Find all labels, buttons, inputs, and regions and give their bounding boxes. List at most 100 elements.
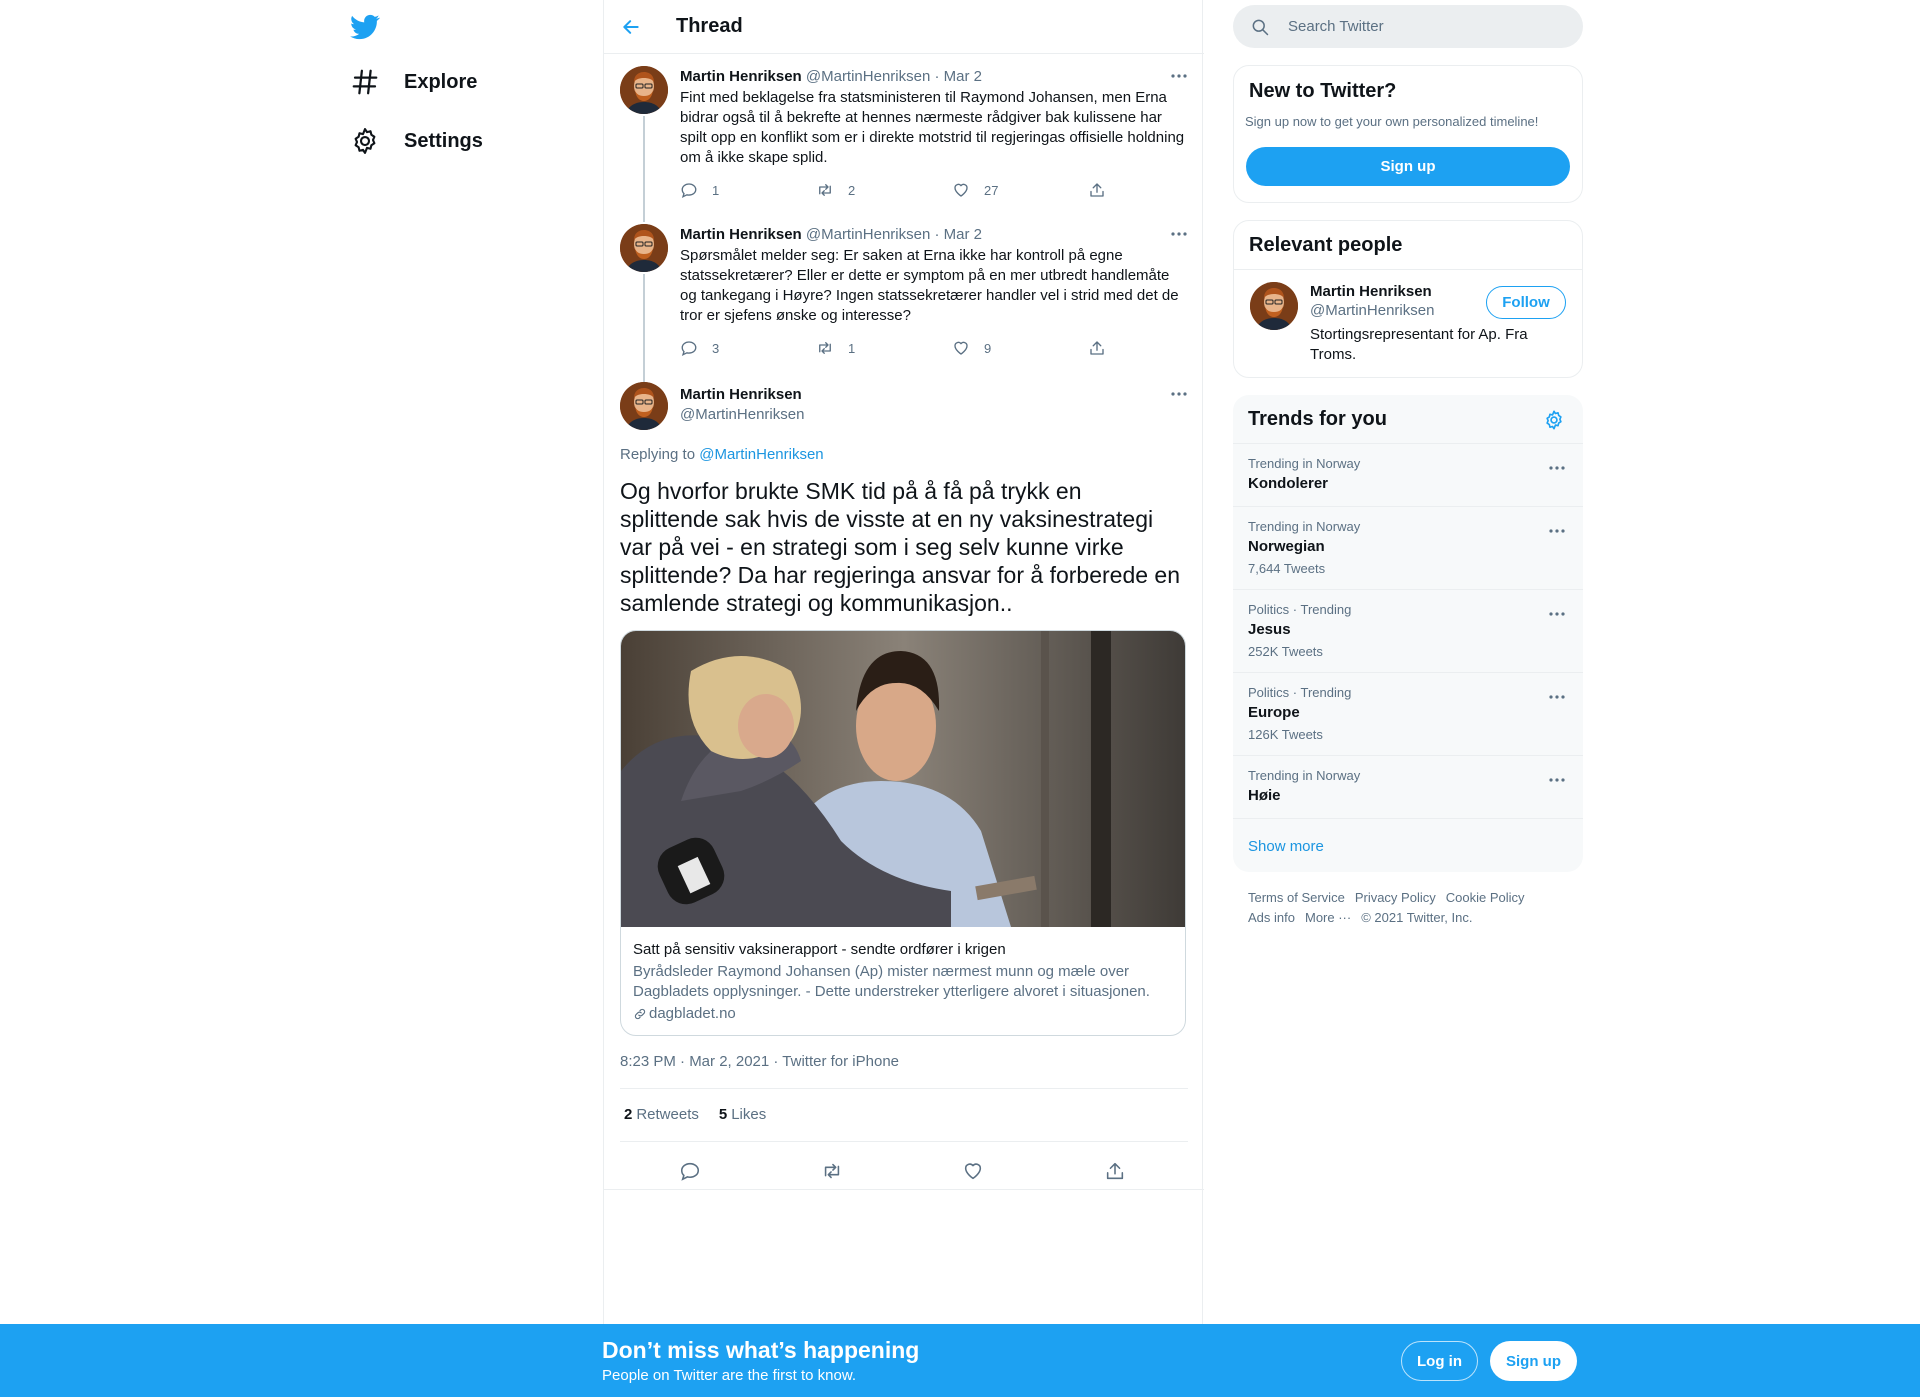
log-in-button[interactable]: Log in <box>1401 1341 1478 1381</box>
avatar[interactable] <box>620 224 668 272</box>
gear-icon <box>350 126 380 156</box>
author-name[interactable]: Martin Henriksen <box>680 386 802 403</box>
more-options-icon[interactable] <box>1168 386 1190 402</box>
footer-link[interactable]: Ads info <box>1248 908 1295 928</box>
main-tweet-text: Og hvorfor brukte SMK tid på å få på try… <box>620 478 1181 616</box>
reply-button[interactable] <box>675 1156 705 1186</box>
new-to-twitter-panel: New to Twitter? Sign up now to get your … <box>1233 65 1583 203</box>
reply-button[interactable]: 3 <box>680 338 719 358</box>
person-name[interactable]: Martin Henriksen <box>1310 283 1432 300</box>
show-more-link[interactable]: Show more <box>1248 838 1324 855</box>
reply-button[interactable]: 1 <box>680 180 719 200</box>
trend-item[interactable]: Politics · Trending Jesus 252K Tweets <box>1233 590 1583 673</box>
card-domain: dagbladet.no <box>633 1005 736 1022</box>
replying-to-label: Replying to <box>620 446 696 463</box>
more-options-icon[interactable] <box>1168 226 1190 242</box>
sign-up-button[interactable]: Sign up <box>1246 147 1570 186</box>
thread-header: Thread <box>604 0 1204 54</box>
more-options-icon[interactable] <box>1546 523 1568 539</box>
panel-title: New to Twitter? <box>1249 80 1397 102</box>
trend-count: 126K Tweets <box>1248 727 1323 742</box>
trend-context: Trending in Norway <box>1248 456 1361 471</box>
like-button[interactable]: 27 <box>952 180 998 200</box>
share-button[interactable] <box>1100 1156 1130 1186</box>
page-title: Thread <box>676 15 743 37</box>
retweet-button[interactable] <box>817 1156 847 1186</box>
thread-tweet[interactable]: Martin Henriksen @MartinHenriksen · Mar … <box>604 212 1204 372</box>
trend-name: Høie <box>1248 787 1281 804</box>
footer-link[interactable]: More ··· <box>1305 908 1351 928</box>
divider <box>1234 269 1582 270</box>
replying-to-link[interactable]: @MartinHenriksen <box>699 446 823 463</box>
avatar[interactable] <box>1250 282 1298 330</box>
reply-count: 3 <box>712 340 720 356</box>
tweet-header: Martin Henriksen @MartinHenriksen · Mar … <box>680 68 982 85</box>
reply-icon <box>681 341 697 357</box>
sign-up-button[interactable]: Sign up <box>1490 1341 1577 1381</box>
retweet-button[interactable]: 2 <box>816 180 855 200</box>
nav-item-explore[interactable]: Explore <box>350 62 477 102</box>
tweet-text: Fint med beklagelse fra statsministeren … <box>680 89 1185 166</box>
share-button[interactable] <box>1088 180 1120 200</box>
hashtag-icon <box>350 67 380 97</box>
retweets-count: 2 <box>624 1106 633 1123</box>
tweet-date[interactable]: Mar 2 <box>944 68 982 85</box>
tweet-header: Martin Henriksen @MartinHenriksen · Mar … <box>680 226 982 243</box>
reply-icon <box>681 183 697 199</box>
divider <box>620 1088 1188 1089</box>
author-handle[interactable]: @MartinHenriksen <box>680 406 804 423</box>
copyright: © 2021 Twitter, Inc. <box>1361 910 1473 925</box>
share-button[interactable] <box>1088 338 1120 358</box>
reply-count: 1 <box>712 182 720 198</box>
trend-item[interactable]: Trending in Norway Kondolerer <box>1233 444 1583 507</box>
share-icon <box>1106 1162 1124 1180</box>
relevant-people-panel: Relevant people Martin Henriksen @Martin… <box>1233 220 1583 378</box>
trend-context: Politics · Trending <box>1248 685 1352 700</box>
author-name[interactable]: Martin Henriksen <box>680 226 802 243</box>
more-options-icon[interactable] <box>1168 68 1190 84</box>
retweets-label: Retweets <box>636 1106 699 1123</box>
search-bar[interactable] <box>1233 5 1583 48</box>
retweets-stat[interactable]: 2 Retweets <box>624 1106 699 1123</box>
author-handle[interactable]: @MartinHenriksen <box>806 226 930 243</box>
avatar[interactable] <box>620 382 668 430</box>
like-button[interactable] <box>958 1156 988 1186</box>
follow-button[interactable]: Follow <box>1486 286 1566 319</box>
signup-prompt-bar: Don’t miss what’s happening People on Tw… <box>0 1324 1920 1397</box>
avatar[interactable] <box>620 66 668 114</box>
search-input[interactable] <box>1288 18 1558 35</box>
back-button[interactable] <box>616 12 646 42</box>
more-options-icon[interactable] <box>1546 689 1568 705</box>
footer-link[interactable]: Terms of Service <box>1248 888 1345 908</box>
nav-item-label: Explore <box>404 70 478 93</box>
footer-link[interactable]: Privacy Policy <box>1355 888 1436 908</box>
tweet-actions: 1 2 27 <box>680 180 1120 200</box>
author-name[interactable]: Martin Henriksen <box>680 68 802 85</box>
trend-context: Trending in Norway <box>1248 519 1361 534</box>
link-icon <box>634 1008 646 1019</box>
like-button[interactable]: 9 <box>952 338 991 358</box>
gear-icon[interactable] <box>1543 409 1565 431</box>
retweet-button[interactable]: 1 <box>816 338 855 358</box>
more-options-icon[interactable] <box>1546 460 1568 476</box>
thread-tweet[interactable]: Martin Henriksen @MartinHenriksen · Mar … <box>604 54 1204 212</box>
trend-item[interactable]: Trending in Norway Høie <box>1233 756 1583 819</box>
separator-dot: · <box>934 68 940 85</box>
more-options-icon[interactable] <box>1546 772 1568 788</box>
tweet-date[interactable]: Mar 2 <box>944 226 982 243</box>
more-options-icon[interactable] <box>1546 606 1568 622</box>
link-preview-card[interactable]: Satt på sensitiv vaksinerapport - sendte… <box>620 630 1186 1036</box>
tweet-stats: 2 Retweets 5 Likes <box>624 1106 786 1123</box>
nav-item-settings[interactable]: Settings <box>350 121 483 161</box>
person-handle[interactable]: @MartinHenriksen <box>1310 302 1434 319</box>
tweet-timestamp[interactable]: 8:23 PM · Mar 2, 2021 · Twitter for iPho… <box>620 1053 899 1070</box>
share-icon <box>1090 183 1104 197</box>
footer-link[interactable]: Cookie Policy <box>1446 888 1525 908</box>
author-handle[interactable]: @MartinHenriksen <box>806 68 930 85</box>
trend-item[interactable]: Trending in Norway Norwegian 7,644 Tweet… <box>1233 507 1583 590</box>
twitter-bird-icon[interactable] <box>348 12 382 42</box>
divider <box>620 1141 1188 1142</box>
likes-stat[interactable]: 5 Likes <box>719 1106 766 1123</box>
retweet-icon <box>824 1163 840 1179</box>
trend-item[interactable]: Politics · Trending Europe 126K Tweets <box>1233 673 1583 756</box>
